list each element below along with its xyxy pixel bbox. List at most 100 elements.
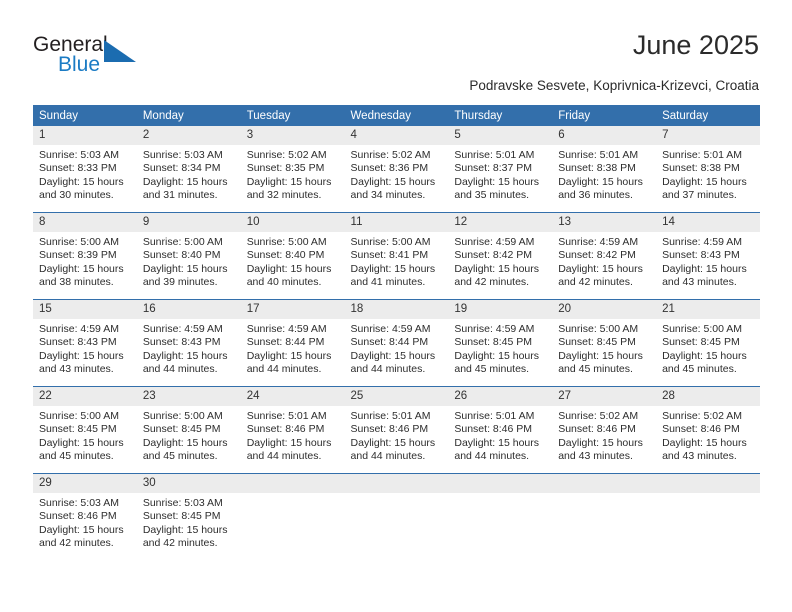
sunrise-text: Sunrise: 5:02 AM bbox=[558, 410, 639, 422]
day-number: 20 bbox=[552, 300, 657, 319]
calendar-header-row: Sunday Monday Tuesday Wednesday Thursday… bbox=[33, 105, 760, 126]
calendar-day-cell[interactable]: 7 Sunrise: 5:01 AM Sunset: 8:38 PM Dayli… bbox=[656, 126, 760, 213]
day-number: 7 bbox=[656, 126, 760, 145]
day-number bbox=[552, 474, 657, 493]
calendar-day-cell-empty bbox=[344, 473, 449, 560]
day-details bbox=[656, 493, 760, 497]
day-number: 29 bbox=[33, 474, 137, 493]
daylight-text-line2: and 43 minutes. bbox=[39, 363, 114, 376]
sunset-text: Sunset: 8:41 PM bbox=[350, 249, 429, 262]
sunrise-text: Sunrise: 5:00 AM bbox=[350, 236, 431, 248]
calendar-day-cell[interactable]: 18 Sunrise: 4:59 AM Sunset: 8:44 PM Dayl… bbox=[344, 299, 449, 387]
sunrise-text: Sunrise: 4:59 AM bbox=[454, 236, 535, 248]
daylight-text-line1: Daylight: 15 hours bbox=[558, 349, 643, 362]
calendar-day-cell[interactable]: 29 Sunrise: 5:03 AM Sunset: 8:46 PM Dayl… bbox=[33, 473, 137, 560]
daylight-text-line1: Daylight: 15 hours bbox=[454, 262, 540, 275]
day-number: 30 bbox=[136, 474, 241, 493]
calendar-day-cell[interactable]: 6 Sunrise: 5:01 AM Sunset: 8:38 PM Dayli… bbox=[552, 126, 657, 213]
day-number: 13 bbox=[552, 213, 657, 232]
day-number: 22 bbox=[33, 387, 137, 406]
sunrise-text: Sunrise: 5:00 AM bbox=[662, 323, 743, 335]
day-details: Sunrise: 5:00 AM Sunset: 8:45 PM Dayligh… bbox=[552, 319, 656, 377]
calendar-day-cell[interactable]: 8 Sunrise: 5:00 AM Sunset: 8:39 PM Dayli… bbox=[33, 212, 137, 300]
daylight-text-line1: Daylight: 15 hours bbox=[142, 262, 228, 275]
day-number: 14 bbox=[656, 213, 760, 232]
daylight-text-line2: and 44 minutes. bbox=[350, 450, 426, 463]
sunrise-text: Sunrise: 5:02 AM bbox=[246, 149, 327, 161]
calendar-day-cell[interactable]: 1 Sunrise: 5:03 AM Sunset: 8:33 PM Dayli… bbox=[33, 126, 137, 213]
calendar-day-cell[interactable]: 23 Sunrise: 5:00 AM Sunset: 8:45 PM Dayl… bbox=[136, 386, 241, 474]
calendar-day-cell[interactable]: 27 Sunrise: 5:02 AM Sunset: 8:46 PM Dayl… bbox=[552, 386, 657, 474]
calendar-day-cell[interactable]: 5 Sunrise: 5:01 AM Sunset: 8:37 PM Dayli… bbox=[448, 126, 553, 213]
sunrise-text: Sunrise: 5:03 AM bbox=[142, 497, 223, 509]
daylight-text-line2: and 44 minutes. bbox=[246, 450, 322, 463]
page-header: General Blue June 2025 Podravske Sesvete… bbox=[0, 0, 792, 100]
day-number: 27 bbox=[552, 387, 657, 406]
sunset-text: Sunset: 8:45 PM bbox=[662, 336, 740, 349]
day-details: Sunrise: 5:03 AM Sunset: 8:33 PM Dayligh… bbox=[33, 145, 137, 203]
calendar-day-cell[interactable]: 3 Sunrise: 5:02 AM Sunset: 8:35 PM Dayli… bbox=[240, 126, 345, 213]
weekday-header-monday: Monday bbox=[136, 105, 241, 126]
sunrise-text: Sunrise: 5:01 AM bbox=[454, 410, 535, 422]
calendar-day-cell[interactable]: 13 Sunrise: 4:59 AM Sunset: 8:42 PM Dayl… bbox=[552, 212, 657, 300]
calendar-day-cell[interactable]: 9 Sunrise: 5:00 AM Sunset: 8:40 PM Dayli… bbox=[136, 212, 241, 300]
sunrise-text: Sunrise: 5:02 AM bbox=[350, 149, 431, 161]
calendar-day-cell[interactable]: 17 Sunrise: 4:59 AM Sunset: 8:44 PM Dayl… bbox=[240, 299, 345, 387]
day-number: 16 bbox=[136, 300, 241, 319]
day-details: Sunrise: 5:00 AM Sunset: 8:39 PM Dayligh… bbox=[33, 232, 137, 290]
sunrise-text: Sunrise: 5:00 AM bbox=[39, 410, 119, 422]
calendar-day-cell-empty bbox=[552, 473, 657, 560]
daylight-text-line2: and 44 minutes. bbox=[246, 363, 322, 376]
daylight-text-line1: Daylight: 15 hours bbox=[142, 523, 228, 536]
day-number: 4 bbox=[344, 126, 449, 145]
calendar-page: General Blue June 2025 Podravske Sesvete… bbox=[0, 0, 792, 612]
day-details: Sunrise: 5:02 AM Sunset: 8:46 PM Dayligh… bbox=[552, 406, 656, 464]
calendar-day-cell[interactable]: 22 Sunrise: 5:00 AM Sunset: 8:45 PM Dayl… bbox=[33, 386, 137, 474]
daylight-text-line1: Daylight: 15 hours bbox=[662, 175, 747, 188]
daylight-text-line1: Daylight: 15 hours bbox=[246, 175, 332, 188]
day-details: Sunrise: 5:03 AM Sunset: 8:45 PM Dayligh… bbox=[137, 493, 241, 551]
daylight-text-line2: and 44 minutes. bbox=[142, 363, 218, 376]
logo-triangle-icon bbox=[104, 40, 136, 62]
sunset-text: Sunset: 8:45 PM bbox=[454, 336, 533, 349]
sunset-text: Sunset: 8:40 PM bbox=[246, 249, 325, 262]
calendar-day-cell[interactable]: 10 Sunrise: 5:00 AM Sunset: 8:40 PM Dayl… bbox=[240, 212, 345, 300]
sunrise-text: Sunrise: 5:01 AM bbox=[246, 410, 327, 422]
day-details: Sunrise: 5:03 AM Sunset: 8:46 PM Dayligh… bbox=[33, 493, 137, 551]
sunset-text: Sunset: 8:37 PM bbox=[454, 162, 533, 175]
calendar-day-cell[interactable]: 24 Sunrise: 5:01 AM Sunset: 8:46 PM Dayl… bbox=[240, 386, 345, 474]
calendar-day-cell[interactable]: 4 Sunrise: 5:02 AM Sunset: 8:36 PM Dayli… bbox=[344, 126, 449, 213]
calendar-day-cell[interactable]: 21 Sunrise: 5:00 AM Sunset: 8:45 PM Dayl… bbox=[656, 299, 760, 387]
day-details: Sunrise: 5:01 AM Sunset: 8:46 PM Dayligh… bbox=[345, 406, 449, 464]
sunset-text: Sunset: 8:45 PM bbox=[558, 336, 636, 349]
sunrise-text: Sunrise: 5:00 AM bbox=[558, 323, 639, 335]
calendar-day-cell[interactable]: 14 Sunrise: 4:59 AM Sunset: 8:43 PM Dayl… bbox=[656, 212, 760, 300]
day-details: Sunrise: 4:59 AM Sunset: 8:44 PM Dayligh… bbox=[345, 319, 449, 377]
sunrise-text: Sunrise: 5:00 AM bbox=[142, 410, 223, 422]
sunset-text: Sunset: 8:42 PM bbox=[558, 249, 636, 262]
calendar-day-cell[interactable]: 30 Sunrise: 5:03 AM Sunset: 8:45 PM Dayl… bbox=[136, 473, 241, 560]
daylight-text-line1: Daylight: 15 hours bbox=[454, 175, 540, 188]
day-details: Sunrise: 5:01 AM Sunset: 8:38 PM Dayligh… bbox=[552, 145, 656, 203]
calendar-day-cell[interactable]: 12 Sunrise: 4:59 AM Sunset: 8:42 PM Dayl… bbox=[448, 212, 553, 300]
calendar-day-cell[interactable]: 25 Sunrise: 5:01 AM Sunset: 8:46 PM Dayl… bbox=[344, 386, 449, 474]
sunrise-text: Sunrise: 4:59 AM bbox=[246, 323, 327, 335]
weekday-header-wednesday: Wednesday bbox=[344, 105, 449, 126]
daylight-text-line2: and 43 minutes. bbox=[662, 450, 737, 463]
weekday-header-thursday: Thursday bbox=[448, 105, 553, 126]
daylight-text-line1: Daylight: 15 hours bbox=[350, 436, 436, 449]
calendar-day-cell[interactable]: 28 Sunrise: 5:02 AM Sunset: 8:46 PM Dayl… bbox=[656, 386, 760, 474]
calendar-day-cell[interactable]: 16 Sunrise: 4:59 AM Sunset: 8:43 PM Dayl… bbox=[136, 299, 241, 387]
day-details: Sunrise: 5:00 AM Sunset: 8:41 PM Dayligh… bbox=[345, 232, 449, 290]
day-details: Sunrise: 4:59 AM Sunset: 8:42 PM Dayligh… bbox=[552, 232, 656, 290]
daylight-text-line2: and 32 minutes. bbox=[246, 189, 322, 202]
calendar-day-cell[interactable]: 2 Sunrise: 5:03 AM Sunset: 8:34 PM Dayli… bbox=[136, 126, 241, 213]
day-number: 10 bbox=[240, 213, 345, 232]
calendar-day-cell[interactable]: 26 Sunrise: 5:01 AM Sunset: 8:46 PM Dayl… bbox=[448, 386, 553, 474]
calendar-day-cell[interactable]: 20 Sunrise: 5:00 AM Sunset: 8:45 PM Dayl… bbox=[552, 299, 657, 387]
calendar-day-cell[interactable]: 19 Sunrise: 4:59 AM Sunset: 8:45 PM Dayl… bbox=[448, 299, 553, 387]
calendar-day-cell[interactable]: 15 Sunrise: 4:59 AM Sunset: 8:43 PM Dayl… bbox=[33, 299, 137, 387]
daylight-text-line2: and 43 minutes. bbox=[558, 450, 633, 463]
calendar-day-cell[interactable]: 11 Sunrise: 5:00 AM Sunset: 8:41 PM Dayl… bbox=[344, 212, 449, 300]
day-number: 28 bbox=[656, 387, 760, 406]
